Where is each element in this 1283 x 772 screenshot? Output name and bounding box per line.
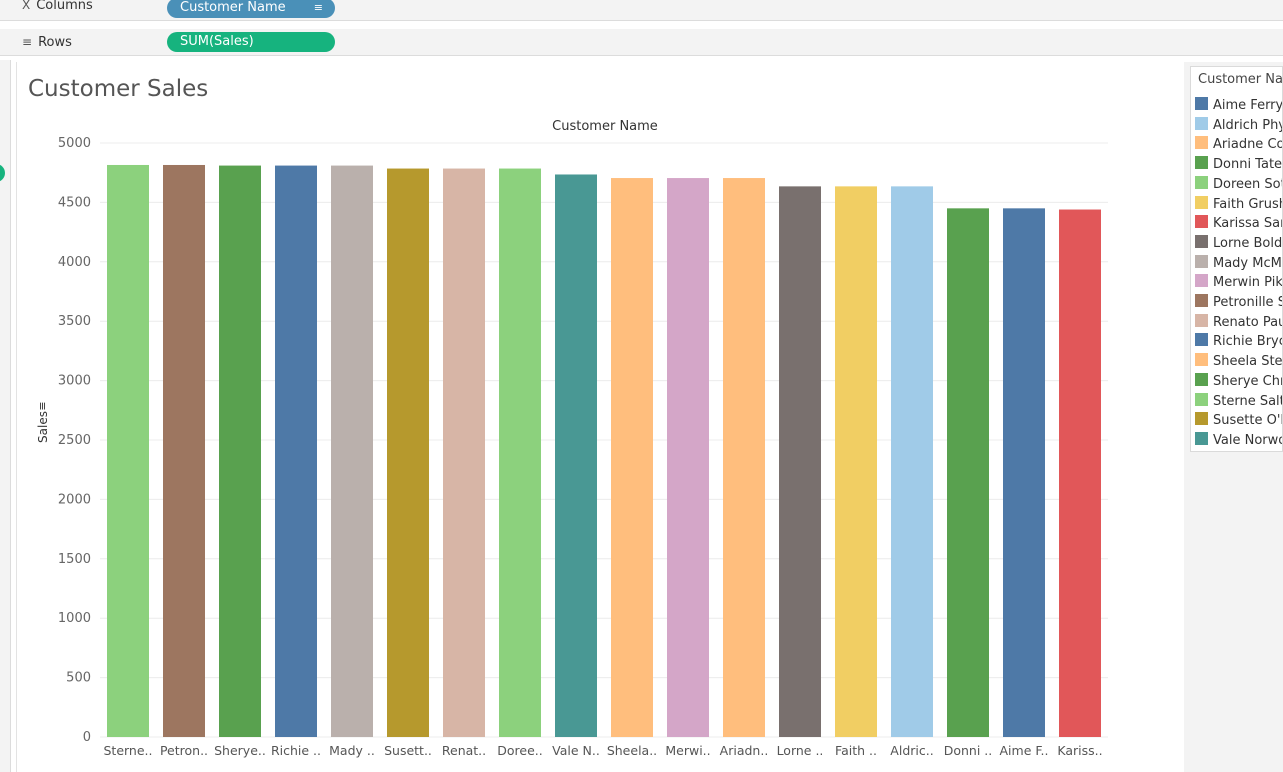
legend-swatch: [1195, 254, 1208, 268]
legend-item[interactable]: Vale Norwo: [1195, 431, 1283, 451]
legend-label: Mady McM: [1213, 255, 1282, 271]
legend-label: Ariadne Co: [1213, 137, 1283, 153]
legend-item[interactable]: Doreen Sot: [1195, 175, 1283, 196]
legend-item[interactable]: Faith Grush: [1195, 195, 1283, 216]
legend-label: Doreen Sot: [1213, 176, 1283, 192]
legend-label: Sterne Salt: [1213, 393, 1283, 409]
legend-label: Donni Tate: [1213, 157, 1283, 173]
legend-item[interactable]: Merwin Pik: [1195, 274, 1283, 294]
columns-shelf-label: Ⅹ Columns: [22, 0, 93, 13]
columns-icon: Ⅹ: [22, 0, 31, 12]
legend-label: Petronille S: [1213, 295, 1283, 310]
sheet-title: Customer Sales: [28, 76, 209, 102]
legend-label: Susette O'I: [1213, 413, 1283, 429]
rows-shelf: ≡ Rows SUM(Sales): [0, 29, 1283, 56]
legend-swatch: [1195, 313, 1208, 327]
legend-swatch: [1195, 412, 1208, 426]
rows-icon: ≡: [22, 35, 33, 49]
legend-label: Vale Norwo: [1213, 432, 1283, 448]
legend-swatch: [1195, 175, 1208, 189]
legend-label: Renato Pau: [1213, 314, 1283, 330]
color-legend: Customer Na Aime Ferry Aldrich Phy Ariadne…: [1190, 66, 1283, 452]
customer-name-pill[interactable]: Customer Name ≡: [167, 0, 335, 18]
legend-item[interactable]: Richie Bryc: [1195, 333, 1283, 353]
legend-label: Merwin Pik: [1213, 275, 1283, 291]
legend-item[interactable]: Karissa Sar: [1195, 215, 1283, 235]
legend-label: Faith Grush: [1213, 196, 1283, 212]
legend-item[interactable]: Sterne Salt: [1195, 392, 1283, 413]
legend-label: Aime Ferry: [1213, 98, 1283, 113]
legend-item[interactable]: Sheela Stei: [1195, 353, 1283, 373]
legend-item[interactable]: Lorne Bold: [1195, 234, 1283, 255]
legend-item[interactable]: Petronille S: [1195, 294, 1283, 314]
legend-title: Customer Na: [1198, 72, 1283, 87]
legend-item[interactable]: Aime Ferry: [1195, 97, 1283, 117]
legend-item[interactable]: Aldrich Phy: [1195, 116, 1283, 137]
legend-swatch: [1195, 215, 1208, 229]
legend-swatch: [1195, 116, 1208, 130]
legend-swatch: [1195, 136, 1208, 150]
legend-swatch: [1195, 431, 1208, 445]
legend-swatch: [1195, 372, 1208, 386]
legend-label: Sheela Stei: [1213, 354, 1283, 370]
legend-label: Sherye Chr: [1213, 373, 1283, 389]
columns-shelf: Ⅹ Columns Customer Name ≡: [0, 0, 1283, 21]
legend-label: Lorne Bold: [1213, 235, 1283, 251]
legend-item[interactable]: Sherye Chr: [1195, 372, 1283, 393]
legend-swatch: [1195, 195, 1208, 209]
legend-item[interactable]: Ariadne Co: [1195, 136, 1283, 156]
worksheet-view: [16, 62, 1185, 772]
legend-item[interactable]: Renato Pau: [1195, 313, 1283, 334]
legend-label: Richie Bryc: [1213, 334, 1283, 350]
rows-shelf-label: ≡ Rows: [22, 35, 72, 50]
legend-swatch: [1195, 156, 1208, 170]
legend-swatch: [1195, 234, 1208, 248]
legend-label: Aldrich Phy: [1213, 117, 1283, 133]
sort-descending-icon[interactable]: ≡: [314, 0, 323, 18]
legend-label: Karissa Sar: [1213, 216, 1283, 232]
legend-item[interactable]: Donni Tate: [1195, 156, 1282, 176]
sum-sales-pill[interactable]: SUM(Sales): [167, 32, 335, 52]
legend-item[interactable]: Susette O'I: [1195, 412, 1283, 432]
legend-swatch: [1195, 97, 1208, 110]
marks-pill-edge[interactable]: [0, 164, 5, 182]
legend-swatch: [1195, 294, 1208, 307]
legend-swatch: [1195, 392, 1208, 406]
legend-swatch: [1195, 274, 1208, 288]
legend-swatch: [1195, 353, 1208, 367]
left-panel-edge: [0, 60, 11, 772]
legend-item[interactable]: Mady McM: [1195, 254, 1282, 275]
legend-swatch: [1195, 333, 1208, 347]
